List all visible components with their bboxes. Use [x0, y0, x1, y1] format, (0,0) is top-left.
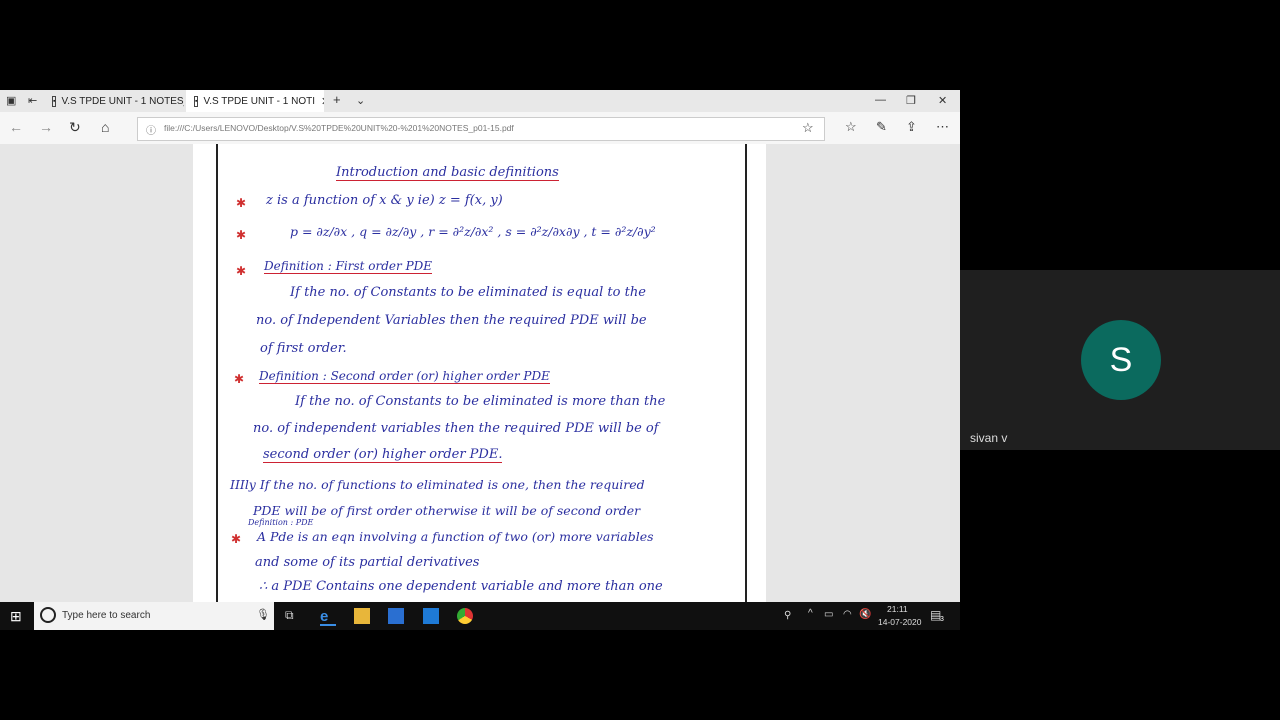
participant-tile[interactable]: S sivan v [960, 270, 1280, 450]
bullet-icon: ✱ [234, 372, 245, 386]
pdf-viewer[interactable]: Introduction and basic definitions ✱ z i… [0, 144, 960, 602]
pen-icon[interactable]: ✎ [876, 119, 887, 135]
show-hidden-icons-chevron[interactable]: ^ [808, 608, 813, 619]
mail-icon[interactable] [423, 608, 439, 624]
def1-line-2: no. of Independent Variables then the re… [256, 313, 647, 328]
def1-line-1: If the no. of Constants to be eliminated… [290, 285, 646, 300]
person-icon[interactable]: ⚲ [784, 610, 791, 621]
taskbar-search[interactable]: Type here to search 🎙 [34, 602, 274, 630]
tab-preview-icon[interactable]: ▣ [6, 94, 16, 107]
pdf-icon: ▪ [52, 95, 57, 107]
clock-date[interactable]: 14-07-2020 [878, 617, 921, 627]
chrome-icon[interactable] [457, 608, 473, 624]
favorite-star-icon[interactable]: ☆ [802, 120, 814, 136]
tab-2-active[interactable]: ▪ V.S TPDE UNIT - 1 NOTI ✕ [186, 90, 324, 112]
tab-2-label: V.S TPDE UNIT - 1 NOTI [203, 95, 315, 107]
minimize-button[interactable]: — [875, 94, 886, 106]
task-view-icon[interactable]: ⧉ [285, 608, 301, 624]
forward-icon[interactable]: → [39, 119, 53, 135]
address-bar[interactable]: ⓘ file:///C:/Users/LENOVO/Desktop/V.S%20… [137, 117, 825, 141]
volume-icon[interactable]: 🔇 [859, 609, 871, 620]
clock-time[interactable]: 21:11 [887, 604, 908, 614]
more-icon[interactable]: ⋯ [936, 119, 949, 135]
note-line-2: PDE will be of first order otherwise it … [253, 503, 641, 518]
note-line-1: IIIly If the no. of functions to elimina… [230, 477, 645, 492]
close-window-button[interactable]: ✕ [938, 94, 947, 107]
search-placeholder: Type here to search [62, 610, 151, 621]
notes-line-1: z is a function of x & y ie) z = f(x, y) [266, 193, 503, 208]
share-icon[interactable]: ⇪ [906, 119, 917, 135]
def1-line-3: of first order. [260, 341, 347, 356]
set-aside-tabs-icon[interactable]: ⇤ [28, 94, 37, 107]
def2-line-2: no. of independent variables then the re… [253, 421, 659, 436]
bullet-icon: ✱ [236, 196, 247, 210]
file-explorer-icon[interactable] [354, 608, 370, 624]
battery-icon[interactable]: ▭ [824, 609, 833, 620]
def2-line-1: If the no. of Constants to be eliminated… [295, 394, 666, 409]
avatar: S [1081, 320, 1161, 400]
notes-line-2: p = ∂z/∂x , q = ∂z/∂y , r = ∂²z/∂x² , s … [290, 224, 656, 239]
info-icon[interactable]: ⓘ [146, 122, 156, 137]
address-row: ← → ↻ ⌂ ⓘ file:///C:/Users/LENOVO/Deskto… [0, 112, 960, 145]
back-icon[interactable]: ← [9, 119, 23, 135]
wifi-icon[interactable]: ◠ [843, 609, 852, 620]
browser-window: ▣ ⇤ ▪ V.S TPDE UNIT - 1 NOTES_p ▪ V.S TP… [0, 90, 960, 602]
taskbar: ⊞ Type here to search 🎙 ⧉ e ⚲ ^ ▭ ◠ 🔇 21… [0, 602, 960, 630]
def3-line-3: ∴ a PDE Contains one dependent variable … [259, 579, 663, 594]
favorites-icon[interactable]: ☆ [845, 119, 857, 135]
tab-1[interactable]: ▪ V.S TPDE UNIT - 1 NOTES_p [52, 90, 184, 112]
refresh-icon[interactable]: ↻ [69, 119, 81, 136]
maximize-button[interactable]: ❐ [906, 94, 916, 107]
notification-count: 3 [940, 616, 944, 623]
pdf-icon: ▪ [194, 95, 199, 107]
tab-list-chevron-icon[interactable]: ⌄ [356, 94, 365, 107]
microphone-icon[interactable]: 🎙 [256, 608, 270, 621]
tab-1-label: V.S TPDE UNIT - 1 NOTES_p [61, 95, 184, 107]
def3-line-1: A Pde is an eqn involving a function of … [257, 529, 654, 544]
close-tab-icon[interactable]: ✕ [321, 95, 324, 108]
store-icon[interactable] [388, 608, 404, 624]
def1-heading: Definition : First order PDE [264, 259, 433, 274]
notes-title: Introduction and basic definitions [336, 165, 559, 181]
windows-start-icon[interactable]: ⊞ [10, 608, 22, 625]
bullet-icon: ✱ [236, 264, 247, 278]
url-text: file:///C:/Users/LENOVO/Desktop/V.S%20TP… [164, 123, 514, 133]
pdf-page: Introduction and basic definitions ✱ z i… [193, 144, 766, 602]
def3-line-2: and some of its partial derivatives [255, 555, 480, 570]
def2-line-3: second order (or) higher order PDE. [263, 447, 503, 463]
bullet-icon: ✱ [236, 228, 247, 242]
def3-heading: Definition : PDE [248, 518, 314, 527]
bullet-icon: ✱ [231, 532, 242, 546]
tab-bar: ▣ ⇤ ▪ V.S TPDE UNIT - 1 NOTES_p ▪ V.S TP… [0, 90, 960, 112]
participant-name: sivan v [970, 431, 1008, 445]
cortana-circle-icon [40, 607, 56, 623]
edge-icon[interactable]: e [320, 608, 336, 626]
def2-heading: Definition : Second order (or) higher or… [259, 369, 550, 384]
new-tab-button[interactable]: + [333, 92, 341, 107]
home-icon[interactable]: ⌂ [101, 119, 109, 135]
